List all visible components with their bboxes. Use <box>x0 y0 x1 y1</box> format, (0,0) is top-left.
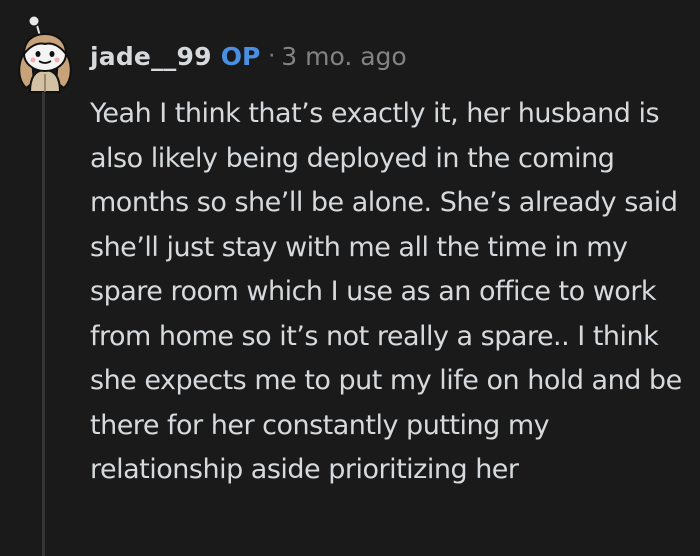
comment-screenshot: jade__99 OP · 3 mo. ago Yeah I think tha… <box>0 0 700 556</box>
author-username[interactable]: jade__99 <box>90 42 212 71</box>
thread-collapse-line[interactable] <box>42 92 45 556</box>
meta-separator: · <box>268 43 276 69</box>
comment-header: jade__99 OP · 3 mo. ago <box>90 38 407 74</box>
comment-timestamp[interactable]: 3 mo. ago <box>281 42 406 71</box>
comment-body: Yeah I think that’s exactly it, her husb… <box>90 98 682 485</box>
snoo-avatar-icon <box>18 15 72 93</box>
avatar[interactable] <box>12 10 76 94</box>
op-badge: OP <box>220 41 261 71</box>
